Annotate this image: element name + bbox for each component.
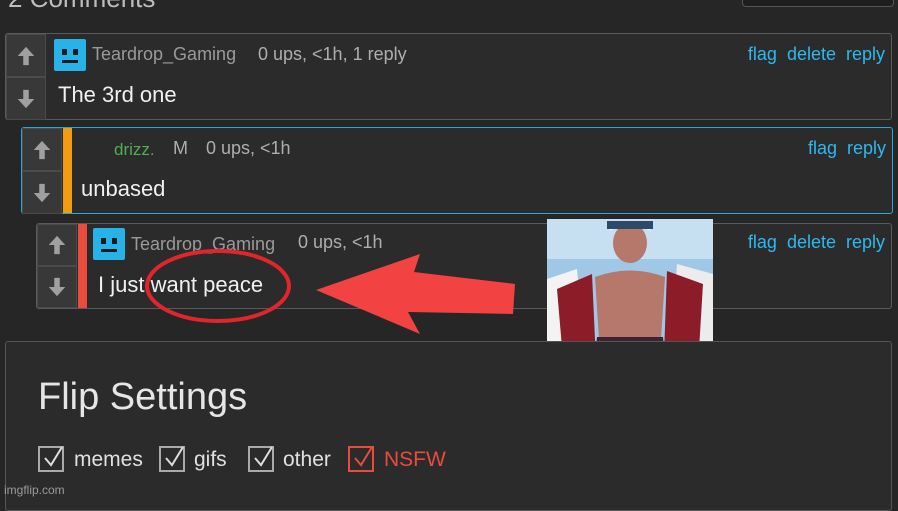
checkmark-icon — [354, 446, 373, 467]
nsfw-label[interactable]: NSFW — [384, 448, 446, 472]
upvote-button[interactable] — [37, 224, 77, 266]
arrow-down-icon — [17, 89, 35, 108]
comment-meta: 0 ups, <1h — [298, 232, 383, 252]
downvote-button[interactable] — [22, 171, 62, 214]
delete-link[interactable]: delete — [787, 44, 836, 64]
gifs-label[interactable]: gifs — [194, 448, 227, 472]
checkmark-icon — [44, 446, 63, 467]
upvote-button[interactable] — [22, 128, 62, 171]
comment-meta: 0 ups, <1h, 1 reply — [258, 44, 407, 64]
gifs-checkbox[interactable] — [159, 446, 185, 472]
arrow-up-icon — [48, 235, 66, 255]
comment-text: I just want peace — [98, 272, 264, 297]
downvote-button[interactable] — [37, 266, 77, 308]
comment-username[interactable]: Teardrop_Gaming — [92, 44, 236, 65]
comment-meta: 0 ups, <1h — [206, 138, 291, 158]
checkmark-icon — [254, 446, 273, 467]
memes-label[interactable]: memes — [74, 448, 143, 472]
comment-2: drizz. M 0 ups, <1h flag reply unbased — [21, 127, 893, 214]
comments-count-heading: 2 Comments — [8, 0, 155, 14]
reply-link[interactable]: reply — [846, 232, 885, 252]
comment-actions: flag reply — [798, 138, 886, 159]
comment-3: Teardrop_Gaming 0 ups, <1h flag delete rep… — [36, 223, 892, 309]
flag-link[interactable]: flag — [748, 232, 777, 252]
memes-checkbox[interactable] — [38, 446, 64, 472]
arrow-down-icon — [48, 277, 66, 297]
other-checkbox[interactable] — [248, 446, 274, 472]
comment-actions: flag delete reply — [738, 232, 885, 253]
checkmark-icon — [165, 446, 184, 467]
highlight-bar — [63, 128, 72, 213]
highlight-bar — [78, 224, 87, 308]
upvote-button[interactable] — [6, 34, 46, 77]
arrow-up-icon — [33, 140, 51, 159]
arrow-down-icon — [33, 183, 51, 202]
nsfw-checkbox[interactable] — [348, 446, 374, 472]
avatar[interactable] — [54, 39, 86, 71]
downvote-button[interactable] — [6, 77, 46, 120]
comment-text: The 3rd one — [58, 82, 177, 107]
comment-actions: flag delete reply — [738, 44, 885, 65]
sort-dropdown[interactable] — [742, 0, 894, 7]
comment-username[interactable]: drizz. — [114, 140, 155, 160]
reply-link[interactable]: reply — [846, 44, 885, 64]
avatar[interactable] — [93, 228, 125, 260]
watermark: imgflip.com — [4, 483, 65, 497]
mod-badge: M — [173, 138, 188, 158]
flip-settings-panel: Flip Settings memes gifs other NSFW — [5, 341, 892, 511]
comment-1: Teardrop_Gaming 0 ups, <1h, 1 reply flag… — [5, 33, 892, 120]
arrow-up-icon — [17, 46, 35, 65]
comment-username[interactable]: Teardrop_Gaming — [131, 234, 275, 255]
settings-title: Flip Settings — [38, 376, 248, 418]
delete-link[interactable]: delete — [787, 232, 836, 252]
other-label[interactable]: other — [283, 448, 331, 472]
flag-link[interactable]: flag — [748, 44, 777, 64]
flag-link[interactable]: flag — [808, 138, 837, 158]
reply-link[interactable]: reply — [847, 138, 886, 158]
comment-text: unbased — [81, 176, 166, 201]
